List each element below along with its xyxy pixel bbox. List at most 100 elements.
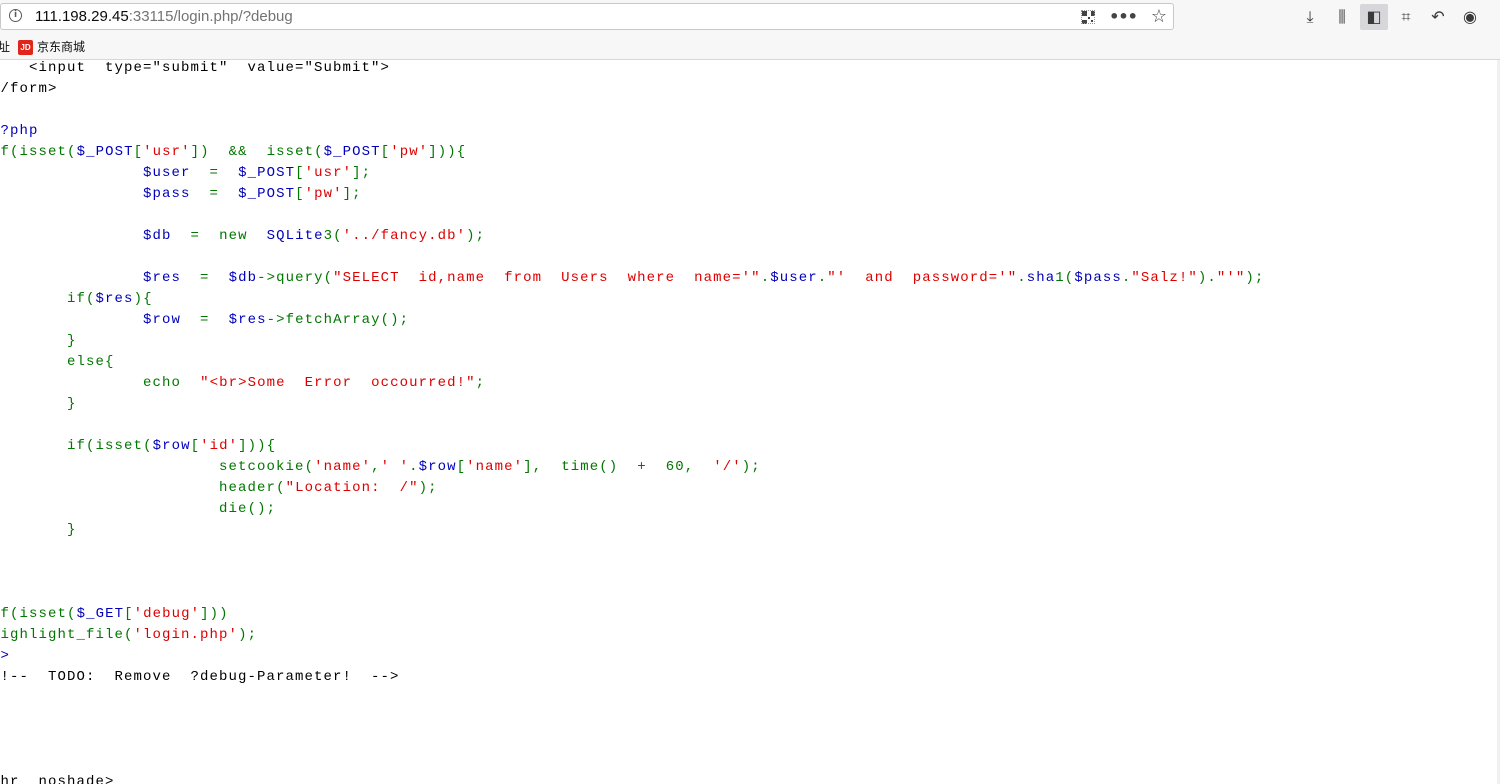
- code-token: isset: [266, 144, 315, 160]
- source-line: <input type="submit" value="Submit">: [0, 60, 391, 76]
- code-token: 3(: [323, 228, 343, 244]
- code-token: $db: [143, 228, 172, 244]
- code-token: =: [181, 312, 229, 328]
- bookmark-jd[interactable]: 京东商城: [37, 40, 85, 54]
- code-token: (: [67, 144, 77, 160]
- code-token: (: [86, 291, 96, 307]
- code-token: ])): [200, 606, 229, 622]
- source-line: else{: [0, 354, 115, 370]
- url-path: :33115/login.php/?debug: [128, 8, 293, 25]
- code-token: isset: [19, 144, 68, 160]
- code-token: (: [304, 459, 315, 475]
- sidebar-toggle-icon[interactable]: ◧: [1360, 4, 1388, 30]
- code-token: $row: [152, 438, 191, 454]
- code-token: $row: [418, 459, 457, 475]
- code-token: ]) &&: [190, 144, 267, 160]
- code-token: [: [190, 438, 201, 454]
- code-token: $pass: [1074, 270, 1122, 286]
- code-token: if: [67, 291, 87, 307]
- code-token: "' and password='": [827, 270, 1018, 286]
- more-actions-icon[interactable]: •••: [1109, 9, 1138, 25]
- code-token: header: [219, 480, 277, 496]
- source-line: }: [67, 333, 77, 349]
- code-token: "'": [1216, 270, 1246, 286]
- info-icon[interactable]: i: [9, 9, 22, 22]
- source-line: $db = new SQLite3('../fancy.db');: [0, 226, 485, 247]
- code-token: ->: [257, 270, 277, 286]
- code-token: (: [276, 480, 286, 496]
- source-line: if(isset($_POST['usr']) && isset($_POST[…: [0, 142, 466, 163]
- code-token: ){: [133, 291, 153, 307]
- code-token: fetchArray: [285, 312, 381, 328]
- code-token: 'name': [466, 459, 524, 475]
- url-text[interactable]: 111.198.29.45:33115/login.php/?debug: [35, 8, 293, 26]
- code-token: $res: [95, 291, 134, 307]
- code-token: 'pw': [390, 144, 429, 160]
- code-token: 1(: [1055, 270, 1075, 286]
- code-token: [: [124, 606, 134, 622]
- code-token: );: [741, 459, 761, 475]
- code-token: ],: [523, 459, 562, 475]
- source-line: }: [67, 522, 77, 538]
- screenshot-crop-icon[interactable]: ⌗: [1392, 4, 1420, 30]
- source-line: <hr noshade>: [0, 774, 115, 784]
- code-token: $user: [770, 270, 818, 286]
- code-token: ])){: [428, 144, 467, 160]
- code-token: die: [219, 501, 248, 517]
- code-token: .: [409, 459, 419, 475]
- source-line: }: [0, 562, 1, 583]
- qr-code-icon[interactable]: [1081, 10, 1096, 24]
- code-token: () + 60,: [599, 459, 714, 475]
- code-token: =: [171, 228, 220, 244]
- code-token: '../fancy.db': [342, 228, 467, 244]
- source-line: ?>: [0, 648, 11, 664]
- library-icon[interactable]: ⫼: [1328, 4, 1356, 30]
- code-token: $db: [228, 270, 258, 286]
- code-token: isset: [19, 606, 68, 622]
- code-token: 'pw': [304, 186, 343, 202]
- bookmarks-bar: 址 JD 京东商城: [0, 37, 85, 57]
- code-token: =: [181, 270, 229, 286]
- bookmark-partial[interactable]: 址: [0, 40, 10, 54]
- url-bar[interactable]: i 111.198.29.45:33115/login.php/?debug •…: [0, 3, 1174, 30]
- code-token: .: [1121, 270, 1132, 286]
- code-token: 'name': [314, 459, 372, 475]
- code-token: SQLite: [266, 228, 324, 244]
- code-token: =: [190, 165, 239, 181]
- code-token: [: [380, 144, 391, 160]
- code-token: query: [276, 270, 324, 286]
- source-line: die();: [0, 499, 276, 520]
- code-token: new: [219, 228, 248, 244]
- code-token: echo: [143, 375, 182, 391]
- code-token: if: [67, 438, 87, 454]
- code-token: 'id': [200, 438, 239, 454]
- code-token: ])){: [238, 438, 277, 454]
- browser-chrome: i 111.198.29.45:33115/login.php/?debug •…: [0, 0, 1500, 60]
- back-arrow-icon[interactable]: ↶: [1424, 4, 1452, 30]
- code-token: $pass: [143, 186, 191, 202]
- code-token: );: [466, 228, 486, 244]
- code-token: ();: [380, 312, 410, 328]
- source-line: <?php: [0, 123, 39, 139]
- code-token: );: [418, 480, 438, 496]
- code-token: (: [143, 438, 153, 454]
- code-token: (: [67, 606, 77, 622]
- source-line: highlight_file('login.php');: [0, 625, 257, 646]
- extension-circle-icon[interactable]: ◉: [1456, 4, 1484, 30]
- code-token: $_POST: [323, 144, 381, 160]
- download-icon[interactable]: ⤓: [1296, 4, 1324, 30]
- code-token: .: [817, 270, 828, 286]
- code-token: ];: [352, 165, 372, 181]
- code-token: "<br>Some Error occourred!": [200, 375, 476, 391]
- bookmark-star-icon[interactable]: ☆: [1151, 8, 1167, 26]
- code-token: ();: [247, 501, 277, 517]
- code-token: 'usr': [304, 165, 353, 181]
- code-token: [: [295, 165, 305, 181]
- source-line: $row = $res->fetchArray();: [0, 310, 409, 331]
- code-token: (: [323, 270, 334, 286]
